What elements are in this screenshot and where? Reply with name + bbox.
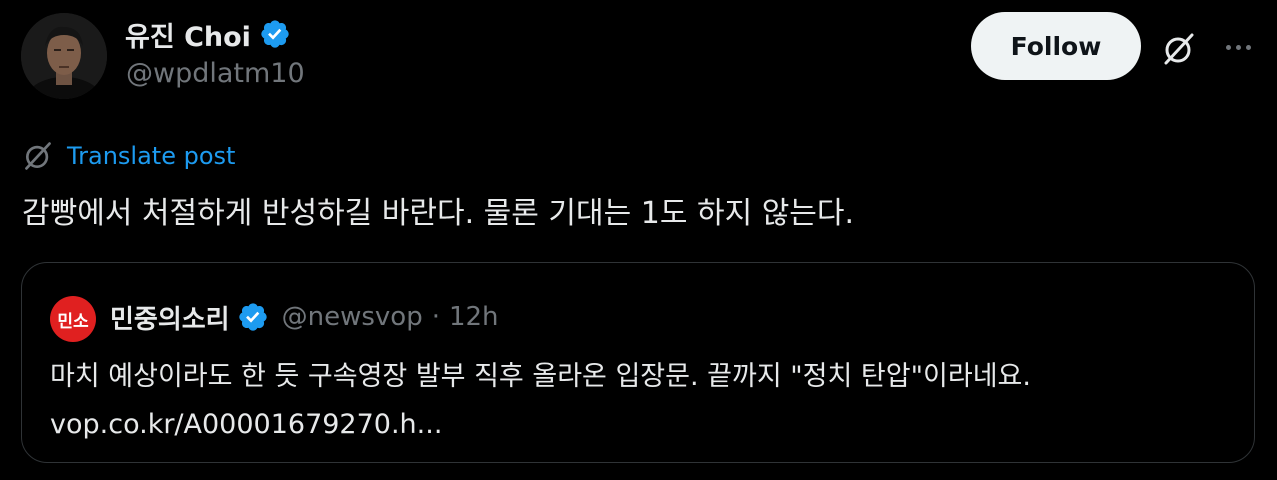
author-name-row: 유진 Choi — [125, 14, 291, 54]
more-dot — [1235, 44, 1241, 50]
translate-post-link[interactable]: Translate post — [22, 138, 235, 174]
author-display-name[interactable]: 유진 Choi — [125, 15, 251, 54]
quoted-author-handle[interactable]: @newsvop — [282, 302, 423, 332]
grok-icon — [1164, 33, 1194, 65]
quoted-post-header: 민중의소리 @newsvop · 12h — [110, 297, 499, 337]
post-text: 감빵에서 처절하게 반성하길 바란다. 물론 기대는 1도 하지 않는다. — [22, 196, 855, 231]
more-dot — [1245, 44, 1251, 50]
more-dot — [1225, 44, 1231, 50]
quoted-post-time[interactable]: 12h — [449, 302, 499, 332]
quoted-author-name[interactable]: 민중의소리 — [110, 299, 230, 336]
quoted-link[interactable]: vop.co.kr/A00001679270.h... — [50, 401, 1031, 449]
author-handle[interactable]: @wpdlatm10 — [126, 58, 305, 89]
more-options-button[interactable] — [1218, 30, 1258, 64]
quoted-text-line: 마치 예상이라도 한 듯 구속영장 발부 직후 올라온 입장문. 끝까지 "정치… — [50, 361, 1031, 392]
follow-button[interactable]: Follow — [971, 12, 1141, 80]
quoted-author-avatar[interactable]: 민소 — [50, 296, 96, 342]
verified-badge-icon — [261, 20, 289, 48]
author-avatar[interactable] — [21, 13, 107, 99]
translate-post-label: Translate post — [67, 142, 236, 170]
quoted-post-text: 마치 예상이라도 한 듯 구속영장 발부 직후 올라온 입장문. 끝까지 "정치… — [50, 353, 1031, 449]
grok-translate-icon — [25, 142, 51, 170]
meta-separator: · — [431, 302, 440, 332]
grok-button[interactable] — [1158, 28, 1200, 70]
verified-badge-icon — [238, 303, 267, 331]
quoted-post-card[interactable]: 민소 민중의소리 @newsvop · 12h 마치 예상이라도 한 듯 구속영… — [21, 262, 1255, 463]
